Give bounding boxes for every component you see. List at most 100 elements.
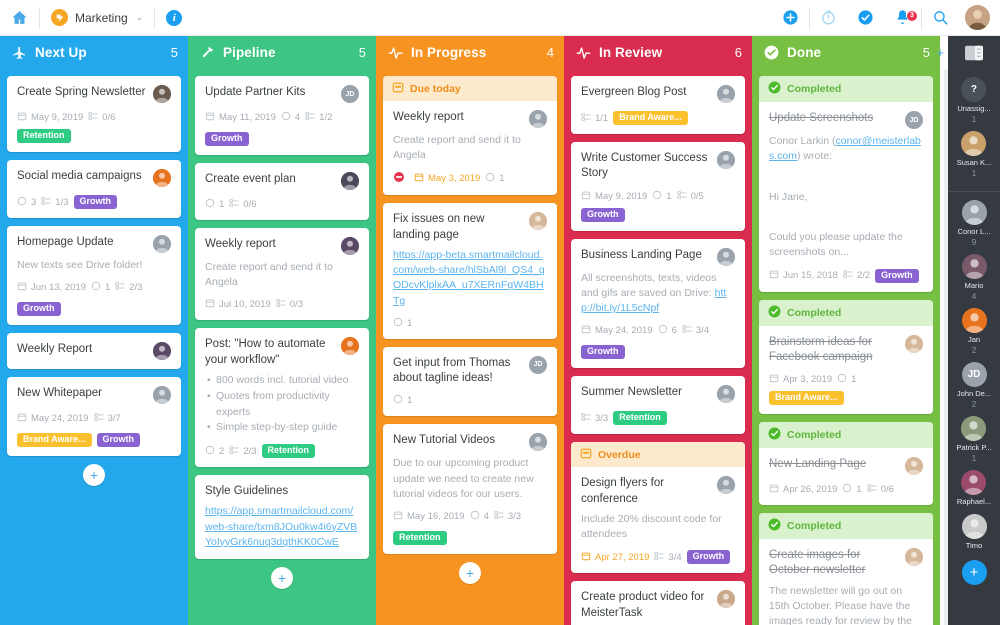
card-meta-text: 1 (407, 395, 413, 407)
panel-toggle-icon (965, 45, 983, 60)
card-meta-row: Apr 27, 2019 3/4 Growth (581, 550, 735, 565)
member-item[interactable]: ? Unassig... 1 (957, 77, 991, 124)
member-item[interactable]: Raphael... (957, 470, 991, 507)
member-item[interactable]: Jan 2 (961, 308, 987, 355)
member-item[interactable]: Mario 4 (961, 254, 987, 301)
comment-icon (281, 111, 291, 124)
add-card-button[interactable]: + (271, 566, 293, 589)
task-card[interactable]: Overdue Design flyers for conference Inc… (571, 442, 745, 574)
task-card[interactable]: New Whitepaper May 24, 2019 3/7 Brand Aw… (7, 377, 181, 457)
card-meta-row: May 3, 2019 1 (393, 171, 547, 186)
home-button[interactable] (0, 0, 39, 35)
task-card[interactable]: Completed Create images for October news… (759, 513, 933, 625)
task-card[interactable]: New Tutorial Videos Due to our upcoming … (383, 424, 557, 555)
card-meta-row: May 24, 2019 6 3/4 (581, 324, 735, 337)
calendar-icon (17, 281, 27, 294)
add-member-button[interactable]: + (961, 560, 987, 585)
avatar (961, 200, 987, 225)
task-card[interactable]: Weekly report Create report and send it … (195, 228, 369, 321)
task-card[interactable]: Business Landing Page All screenshots, t… (571, 238, 745, 369)
card-meta-item: 1 (393, 394, 412, 407)
add-card-button[interactable]: + (459, 562, 481, 585)
member-item[interactable]: JD John De... 2 (957, 362, 991, 409)
card-meta-item: Apr 26, 2019 (769, 483, 837, 496)
task-card[interactable]: Post: "How to automate your workflow" 80… (195, 328, 369, 467)
column-header[interactable]: In Review 6 (564, 36, 752, 69)
panel-toggle-button[interactable] (948, 36, 1000, 69)
card-meta-item: May 16, 2019 (393, 510, 465, 523)
task-card[interactable]: Weekly Report (7, 333, 181, 370)
task-card[interactable]: Due today Weekly report Create report an… (383, 76, 557, 196)
column-header[interactable]: Pipeline 5 (188, 36, 376, 69)
card-status-banner: Overdue (571, 442, 745, 468)
card-description-line: Could you please update the screenshots … (769, 231, 903, 259)
task-card[interactable]: Create product video for MeisterTask 1 B… (571, 581, 745, 625)
task-card[interactable]: Get input from Thomas about tagline idea… (383, 346, 557, 417)
card-description: Include 20% discount code for attendees (581, 512, 722, 540)
task-card[interactable]: Homepage Update New texts see Drive fold… (7, 226, 181, 326)
board-column: In Progress 4 Due today Weekly report Cr… (376, 36, 564, 625)
member-item[interactable]: Timo (961, 514, 987, 551)
card-meta-item: 2 (205, 445, 224, 458)
comment-icon (658, 324, 668, 337)
card-meta-row: Jul 10, 2019 0/3 (205, 298, 359, 311)
add-card-button[interactable]: + (83, 464, 105, 487)
card-tag-row: Brand Aware... Growth (17, 433, 171, 448)
task-card[interactable]: Social media campaigns 3 1/3 Growth (7, 160, 181, 218)
column-count: 6 (734, 45, 742, 60)
card-url-link[interactable]: https://app.smartmailcloud.com/web-share… (205, 504, 359, 550)
task-card[interactable]: Style Guidelines https://app.smartmailclo… (195, 475, 369, 559)
user-avatar[interactable] (965, 5, 990, 30)
card-tag: Growth (686, 550, 731, 565)
card-meta-text: May 16, 2019 (407, 511, 465, 523)
notifications-button[interactable]: 3 (884, 9, 921, 26)
card-meta-text: Apr 27, 2019 (595, 551, 650, 563)
task-card[interactable]: Fix issues on new landing page https://a… (383, 203, 557, 339)
task-card[interactable]: Create Spring Newsletter May 9, 2019 0/6… (7, 76, 181, 152)
search-button[interactable] (922, 9, 959, 26)
avatar (529, 110, 547, 128)
task-card[interactable]: Completed Update Screenshots JD Conor Lark… (759, 76, 933, 292)
member-item[interactable]: Susan K... 1 (957, 131, 991, 178)
check-circle-icon (768, 427, 781, 440)
card-meta-text: 1/3 (55, 196, 69, 208)
member-name: Mario (964, 281, 984, 290)
card-meta-text: 2 (219, 445, 225, 457)
task-card[interactable]: Evergreen Blog Post 1/1 Brand Aware... (571, 76, 745, 134)
member-item[interactable]: Conor L... 9 (958, 200, 990, 247)
card-url-link[interactable]: https://app-beta.smartmailcloud.com/web-… (393, 248, 547, 309)
member-item[interactable]: Patrick P... 1 (956, 416, 992, 463)
column-header[interactable]: Done 5 (752, 36, 940, 69)
task-card[interactable]: Update Partner Kits JD May 11, 2019 4 1/2 (195, 76, 369, 155)
info-button[interactable]: i (155, 0, 193, 35)
card-description: Create report and send it to Angela (205, 261, 333, 289)
checklist-icon (229, 445, 239, 458)
task-card[interactable]: Completed Brainstorm ideas for Facebook … (759, 299, 933, 415)
card-meta-item: 3 (17, 196, 36, 209)
task-card[interactable]: Summer Newsletter 3/3 Retention (571, 376, 745, 435)
task-card[interactable]: Completed New Landing Page Apr 26, 2019 … (759, 422, 933, 506)
card-tag: Retention (17, 129, 71, 143)
add-button[interactable] (772, 9, 809, 26)
card-meta-text: 2/3 (129, 282, 143, 294)
avatar (529, 433, 547, 452)
task-card[interactable]: Write Customer Success Story May 9, 2019… (571, 142, 745, 231)
card-tag: Brand Aware... (769, 391, 844, 406)
tasks-button[interactable] (847, 9, 884, 26)
column-header[interactable]: Next Up 5 (0, 36, 188, 69)
card-meta-text: 0/6 (243, 199, 257, 210)
card-description: New texts see Drive folder! (17, 259, 143, 271)
timer-button[interactable] (810, 9, 847, 26)
task-card[interactable]: Create event plan 1 0/6 (195, 163, 369, 220)
avatar: JD (529, 355, 547, 374)
board-scrollbar[interactable] (944, 69, 948, 625)
card-title: Business Landing Page (581, 248, 702, 261)
card-meta-row: May 9, 2019 1 0/5 Growth (581, 190, 735, 222)
kanban-board: Next Up 5 Create Spring Newsletter May 9… (0, 36, 948, 625)
column-header[interactable]: In Progress 4 (376, 36, 564, 69)
add-column-button[interactable]: + (936, 45, 944, 60)
project-selector[interactable]: Marketing ⌄ (40, 0, 154, 35)
checklist-icon (41, 196, 51, 205)
card-meta-text: 0/3 (289, 299, 303, 311)
calendar-icon (581, 190, 591, 203)
